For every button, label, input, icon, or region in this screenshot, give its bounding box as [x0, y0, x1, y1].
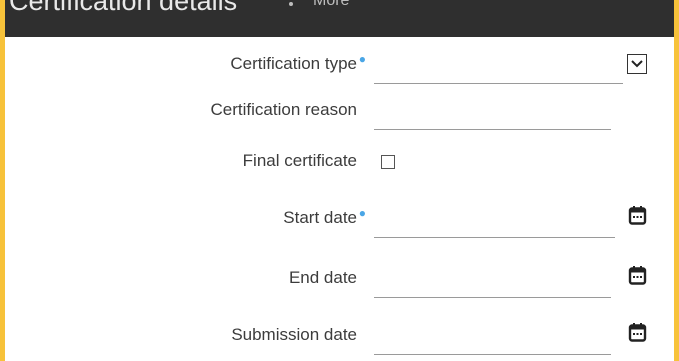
- required-indicator: ●: [358, 52, 366, 66]
- more-link[interactable]: More: [313, 0, 349, 10]
- end-date-input[interactable]: [374, 258, 611, 298]
- submission-date-input[interactable]: [374, 315, 611, 355]
- section-header: Certification details More: [5, 0, 674, 37]
- certification-reason-label: Certification reason: [210, 100, 357, 119]
- start-date-input[interactable]: [374, 198, 615, 238]
- submission-date-row: Submission date: [5, 315, 674, 355]
- final-certificate-label: Final certificate: [242, 151, 357, 170]
- form-panel: Certification details More Certification…: [5, 0, 674, 361]
- calendar-icon[interactable]: [627, 265, 648, 286]
- submission-date-label: Submission date: [231, 325, 357, 344]
- start-date-label: Start date ●: [283, 198, 366, 238]
- chevron-down-icon: [631, 60, 643, 68]
- calendar-icon[interactable]: [627, 205, 648, 226]
- required-indicator: ●: [358, 206, 366, 220]
- end-date-label: End date: [288, 268, 357, 287]
- final-certificate-checkbox[interactable]: [381, 155, 395, 169]
- dropdown-button[interactable]: [627, 54, 647, 74]
- section-title: Certification details: [9, 0, 238, 16]
- certification-type-row: Certification type ●: [5, 44, 674, 84]
- separator-dot: [289, 2, 293, 6]
- certification-reason-row: Certification reason: [5, 90, 674, 130]
- start-date-row: Start date ●: [5, 198, 674, 238]
- end-date-row: End date: [5, 258, 674, 298]
- final-certificate-row: Final certificate: [5, 141, 674, 181]
- calendar-icon[interactable]: [627, 322, 648, 343]
- certification-type-label: Certification type ●: [230, 44, 366, 84]
- certification-type-select[interactable]: [374, 44, 623, 84]
- certification-reason-input[interactable]: [374, 90, 611, 130]
